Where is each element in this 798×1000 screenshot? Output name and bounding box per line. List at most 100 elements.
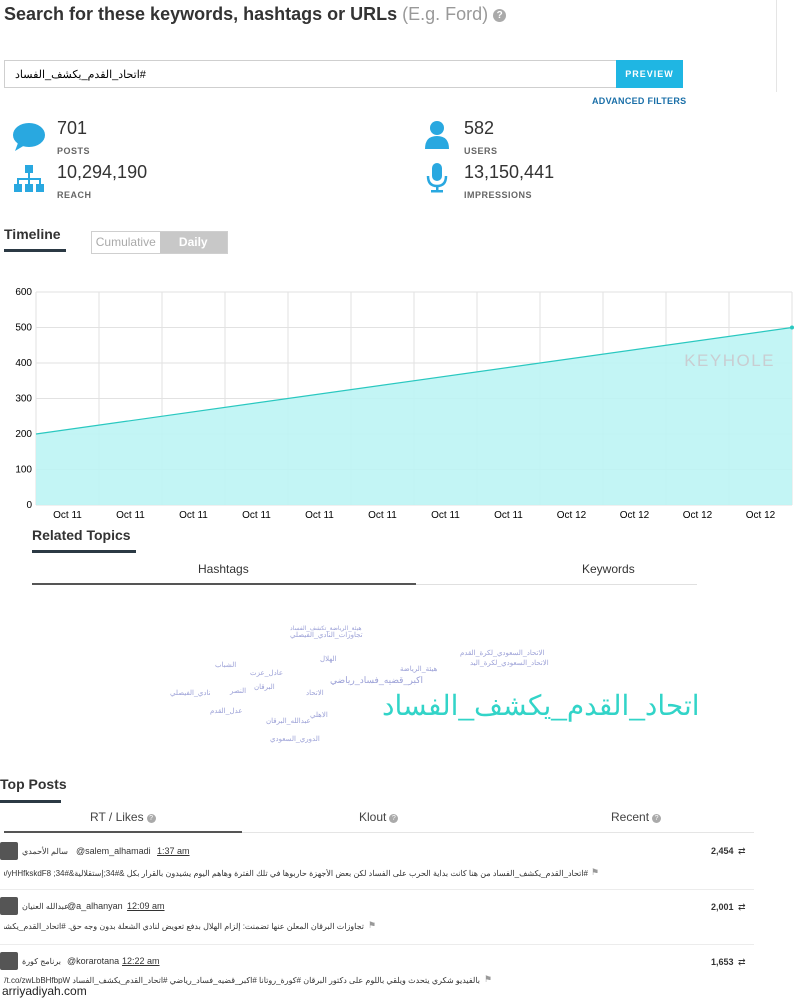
x-tick-label: Oct 11 [242,510,271,521]
advanced-filters-link[interactable]: ADVANCED FILTERS [592,96,686,106]
cloud-word[interactable]: هيئة_الرياضة_تكشف_الفساد [290,625,362,632]
cloud-word[interactable]: الدوري_السعودي [270,735,320,743]
post-author-name: عبدالله العنيان [22,902,69,911]
cloud-word[interactable]: الشباب [215,661,236,669]
speech-bubble-icon [12,122,46,157]
preview-button[interactable]: PREVIEW [616,60,683,88]
tab-klout[interactable]: Klout? [359,810,399,824]
cloud-word[interactable]: الاتحاد_السعودي_لكرة_القدم [460,649,544,657]
avatar[interactable] [0,952,18,970]
tab-keywords[interactable]: Keywords [582,562,635,576]
cloud-word[interactable]: الاتحاد_السعودي_لكرة_اليد [470,659,549,667]
post-retweet-count: 2,001 [711,902,734,912]
y-tick-label: 600 [15,287,32,298]
related-topics-title: Related Topics [32,527,131,543]
cloud-word[interactable]: نادي_الفيصلي [170,689,211,697]
x-tick-label: Oct 12 [620,510,650,521]
cloud-word[interactable]: البرقان [254,683,275,691]
impressions-label: IMPRESSIONS [464,190,533,200]
cloud-word[interactable]: تجاوزات_النادي_الفيصلي [290,631,363,639]
search-heading: Search for these keywords, hashtags or U… [4,4,507,25]
cumulative-toggle[interactable]: Cumulative [92,232,160,253]
series-end-point [790,325,794,330]
tab-rt-likes[interactable]: RT / Likes? [90,810,156,824]
y-tick-label: 100 [15,465,32,476]
flag-icon[interactable]: ⚑ [484,974,492,985]
y-tick-label: 500 [15,323,32,334]
cloud-word[interactable]: اكبر_قضيه_فساد_رياضي [330,675,423,686]
related-topics-underline [32,550,136,553]
x-tick-label: Oct 11 [179,510,208,521]
x-tick-label: Oct 11 [494,510,523,521]
search-heading-example: (E.g. Ford) [402,4,489,24]
post-retweet-count: 2,454 [711,846,734,856]
retweet-icon: ⇄ [738,902,746,912]
y-tick-label: 300 [15,394,32,405]
post-author-handle[interactable]: @korarotana [67,956,119,966]
hashtag-cloud: تجاوزات_النادي_الفيصلي هيئة_الرياضة_تكشف… [170,625,700,765]
tab-hashtags[interactable]: Hashtags [198,562,249,576]
reach-count: 10,294,190 [57,162,148,182]
microphone-icon [426,162,448,199]
flag-icon[interactable]: ⚑ [591,867,599,878]
user-icon [424,120,450,155]
help-icon[interactable]: ? [389,814,399,823]
users-label: USERS [464,146,498,156]
timeline-underline [4,249,66,252]
cloud-word[interactable]: هيئة_الرياضة [400,665,437,673]
avatar[interactable] [0,842,18,860]
top-posts-underline [0,800,61,803]
cloud-word[interactable]: عادل_عزت [250,669,283,677]
post-author-handle[interactable]: @a_alhanyan [67,901,123,911]
site-watermark: arriyadiyah.com [2,984,87,998]
cloud-word[interactable]: الهلال [320,655,337,663]
cloud-word[interactable]: عبدالله_البرقان [266,717,311,725]
post-author-name: سالم الأحمدي [22,847,68,856]
help-icon[interactable]: ? [493,9,507,22]
timeline-chart: 0 100 200 300 400 500 600 Oct 11 Oct 11 Oct 11 Oct… [15,287,794,521]
tab-recent-label: Recent [611,810,650,824]
divider [776,0,777,92]
x-tick-label: Oct 11 [53,510,82,521]
post-text: #اتحاد_القدم_يكشف_الفساد من هنا كانت بدا… [4,869,588,878]
cloud-word[interactable]: عدل_القدم [210,707,242,715]
post-time[interactable]: 1:37 am [157,846,190,856]
x-tick-label: Oct 12 [683,510,713,521]
post-time[interactable]: 12:22 am [122,956,160,966]
cloud-main-word[interactable]: اتحاد_القدم_يكشف_الفساد [382,689,700,722]
x-tick-label: Oct 11 [368,510,397,521]
post-separator [0,944,754,945]
search-input[interactable] [4,60,616,88]
avatar[interactable] [0,897,18,915]
x-tick-label: Oct 11 [431,510,460,521]
x-tick-label: Oct 11 [116,510,145,521]
post-text: تجاوزات البرقان المعلن عنها تضمنت: إلزام… [4,922,364,931]
retweet-icon: ⇄ [738,957,746,967]
y-tick-label: 0 [26,500,32,511]
help-icon[interactable]: ? [652,814,662,823]
daily-toggle[interactable]: Daily [159,232,227,253]
timeline-title: Timeline [4,226,61,242]
flag-icon[interactable]: ⚑ [368,920,376,931]
y-tick-label: 400 [15,358,32,369]
tab-rt-likes-label: RT / Likes [90,810,144,824]
top-posts-active-indicator [4,831,242,833]
post-time[interactable]: 12:09 am [127,901,165,911]
tab-active-indicator [32,583,416,585]
tab-klout-label: Klout [359,810,387,824]
users-count: 582 [464,118,495,138]
x-tick-label: Oct 12 [557,510,587,521]
help-icon[interactable]: ? [146,814,156,823]
tab-recent[interactable]: Recent? [611,810,662,824]
keyhole-watermark: KEYHOLE [684,351,775,370]
top-posts-title: Top Posts [0,776,67,792]
post-author-name: برنامج كورة [22,957,61,966]
y-tick-label: 200 [15,429,32,440]
x-tick-label: Oct 12 [746,510,776,521]
cloud-word[interactable]: النصر [230,687,246,695]
cloud-word[interactable]: الاتحاد [306,689,324,697]
reach-label: REACH [57,190,92,200]
cloud-word[interactable]: الاهلي [310,711,328,719]
posts-count: 701 [57,118,88,138]
post-author-handle[interactable]: @salem_alhamadi [76,846,151,856]
